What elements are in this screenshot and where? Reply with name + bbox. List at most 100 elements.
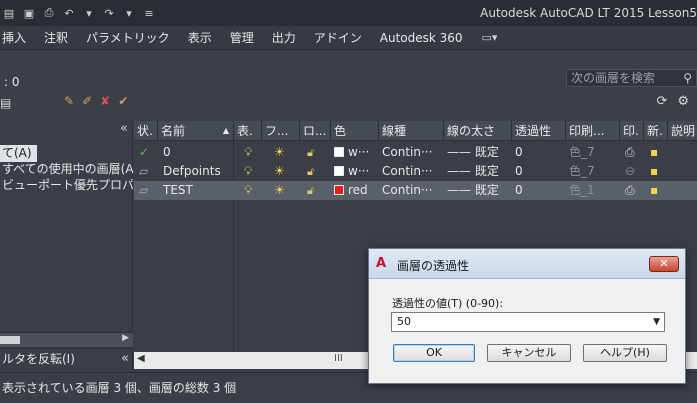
color-name: w···	[348, 164, 370, 178]
col-new-vp-freeze[interactable]: 新.	[644, 121, 668, 141]
refresh-icon[interactable]: ⟳	[656, 94, 667, 109]
lineweight-cell[interactable]: —— 既定	[447, 181, 499, 200]
window-title: Autodesk AutoCAD LT 2015 Lesson5	[480, 6, 697, 20]
new-vp-freeze-icon[interactable]: ▪	[650, 181, 658, 200]
col-plot[interactable]: 印.	[620, 121, 644, 141]
undo-icon[interactable]: ↶	[62, 6, 76, 20]
lightbulb-icon[interactable]: 💡︎	[244, 162, 252, 181]
lightbulb-icon[interactable]: 💡︎	[244, 181, 252, 200]
tab-insert[interactable]: 挿入	[0, 29, 35, 46]
settings-gear-icon[interactable]: ⚙	[677, 94, 689, 109]
color-cell[interactable]: w···	[334, 162, 369, 181]
col-name[interactable]: 名前 ▲	[158, 121, 234, 141]
set-current-icon[interactable]: ✔	[118, 94, 128, 108]
printer-disabled-icon[interactable]: ⊖	[625, 162, 635, 181]
filter-all-used[interactable]: すべての使用中の画層(A)	[0, 161, 133, 178]
close-button[interactable]: ✕	[649, 256, 679, 272]
col-lineweight[interactable]: 線の太さ	[444, 121, 512, 141]
scroll-grip[interactable]: III	[334, 353, 343, 364]
redo-dropdown-icon[interactable]: ▾	[122, 6, 136, 20]
chevron-down-icon[interactable]: ▼	[653, 313, 660, 331]
linetype-cell[interactable]: Contin···	[382, 162, 432, 181]
tab-annotate[interactable]: 注釈	[35, 29, 77, 46]
help-button[interactable]: ヘルプ(H)	[583, 344, 667, 362]
invert-filter[interactable]: ルタを反転(I) «	[0, 348, 133, 368]
layer-search-input[interactable]: 次の画層を検索 ⚲	[566, 69, 697, 87]
tab-manage[interactable]: 管理	[221, 29, 263, 46]
cancel-button[interactable]: キャンセル	[487, 344, 571, 362]
col-linetype[interactable]: 線種	[379, 121, 444, 141]
filter-all[interactable]: て(A)	[0, 145, 37, 162]
new-vp-freeze-icon[interactable]: ▪	[650, 143, 658, 162]
tab-output[interactable]: 出力	[263, 29, 305, 46]
collapse-filter-icon[interactable]: «	[121, 349, 129, 369]
transparency-value-combo[interactable]: 50 ▼	[391, 312, 665, 332]
open-icon[interactable]: ▤	[2, 6, 16, 20]
col-on[interactable]: 表.	[234, 121, 262, 141]
dialog-title-bar: A 画層の透過性 ✕	[369, 249, 685, 279]
layer-name[interactable]: 0	[163, 143, 171, 162]
printer-no-plot-icon[interactable]: ⎙	[625, 181, 635, 200]
scroll-right-arrow-icon[interactable]: ▶	[122, 333, 129, 343]
scroll-thumb[interactable]	[0, 336, 20, 344]
lineweight-cell[interactable]: —— 既定	[447, 162, 499, 181]
search-placeholder: 次の画層を検索	[571, 71, 656, 85]
col-status[interactable]: 状.	[134, 121, 158, 141]
col-plot-style[interactable]: 印刷...	[566, 121, 620, 141]
new-vp-frozen-layer-icon[interactable]: ✐	[82, 94, 92, 108]
filter-viewport-override[interactable]: ビューポート優先プロパ	[0, 177, 133, 194]
col-lock[interactable]: ロ...	[300, 121, 331, 141]
collapse-left-icon[interactable]: «	[120, 121, 128, 136]
search-icon: ⚲	[683, 71, 692, 85]
lineweight-cell[interactable]: —— 既定	[447, 143, 499, 162]
new-layer-icon[interactable]: ✎	[64, 94, 74, 108]
color-cell[interactable]: w···	[334, 143, 369, 162]
filter-tree-pane: « て(A) すべての使用中の画層(A) ビューポート優先プロパ ▶ ルタを反転…	[0, 121, 133, 371]
tab-view[interactable]: 表示	[179, 29, 221, 46]
customize-qat-icon[interactable]: ≡	[142, 6, 156, 20]
col-color[interactable]: 色	[331, 121, 379, 141]
linetype-cell[interactable]: Contin···	[382, 181, 432, 200]
delete-layer-icon[interactable]: ✘	[100, 94, 110, 108]
unlock-icon[interactable]: 🔓︎	[307, 162, 314, 181]
ok-button[interactable]: OK	[393, 344, 475, 362]
transparency-cell[interactable]: 0	[515, 162, 523, 181]
left-horizontal-scrollbar[interactable]: ▶	[0, 332, 133, 347]
sun-icon[interactable]: ☀	[274, 143, 285, 162]
right-tools: ⟳ ⚙	[656, 94, 689, 109]
col-description[interactable]: 説明	[668, 121, 697, 141]
print-icon[interactable]: ⎙	[42, 6, 56, 20]
col-freeze[interactable]: フ...	[262, 121, 300, 141]
scroll-left-arrow-icon[interactable]: ◀	[137, 353, 145, 364]
col-transparency[interactable]: 透過性	[512, 121, 566, 141]
tab-autodesk-360[interactable]: Autodesk 360	[371, 31, 472, 45]
color-name: w···	[348, 145, 370, 159]
transparency-cell[interactable]: 0	[515, 181, 523, 200]
color-name: red	[348, 183, 368, 197]
undo-dropdown-icon[interactable]: ▾	[82, 6, 96, 20]
tab-parametric[interactable]: パラメトリック	[77, 29, 179, 46]
sun-icon[interactable]: ☀	[274, 181, 285, 200]
table-row[interactable]: ✓ 0 💡︎ ☀ 🔓︎ w··· Contin··· —— 既定 0 色_7 ⎙…	[134, 143, 697, 162]
new-vp-freeze-icon[interactable]: ▪	[650, 162, 658, 181]
tab-addins[interactable]: アドイン	[305, 29, 371, 46]
col-name-label: 名前	[161, 124, 186, 138]
linetype-cell[interactable]: Contin···	[382, 143, 432, 162]
transparency-value: 50	[397, 315, 411, 328]
layer-name[interactable]: Defpoints	[163, 162, 221, 181]
color-cell[interactable]: red	[334, 181, 368, 200]
printer-icon[interactable]: ⎙	[625, 143, 635, 162]
save-icon[interactable]: ▣	[22, 6, 36, 20]
sun-icon[interactable]: ☀	[274, 162, 285, 181]
ribbon-options-icon[interactable]: ▭▾	[472, 31, 498, 44]
table-row[interactable]: ▱ Defpoints 💡︎ ☀ 🔓︎ w··· Contin··· —— 既定…	[134, 162, 697, 181]
lightbulb-icon[interactable]: 💡︎	[244, 143, 252, 162]
unlock-icon[interactable]: 🔓︎	[307, 143, 314, 162]
filter-tree-icon[interactable]: ▤	[0, 96, 11, 110]
color-swatch	[334, 166, 344, 176]
redo-icon[interactable]: ↷	[102, 6, 116, 20]
transparency-cell[interactable]: 0	[515, 143, 523, 162]
table-row-selected[interactable]: ▱ TEST 💡︎ ☀ 🔓︎ red Contin··· —— 既定 0 色_1…	[134, 181, 697, 200]
layer-name[interactable]: TEST	[163, 181, 193, 200]
unlock-icon[interactable]: 🔓︎	[307, 181, 314, 200]
